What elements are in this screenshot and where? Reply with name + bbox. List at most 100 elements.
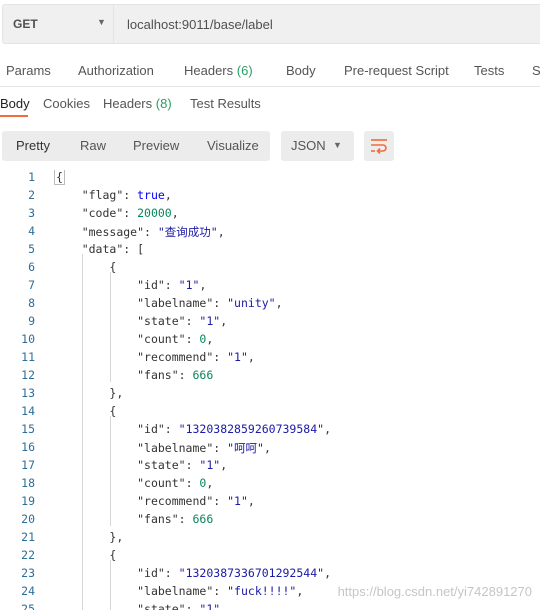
code-line: 9 "state": "1",	[0, 314, 540, 332]
code-token: ,	[324, 566, 331, 580]
code-token: "labelname"	[137, 441, 214, 455]
code-text: "fans": 666	[54, 512, 213, 526]
code-token: : [	[123, 242, 145, 256]
code-token: "count"	[137, 332, 186, 346]
request-tabs: Params Authorization Headers (6) Body Pr…	[0, 56, 540, 86]
code-text: "fans": 666	[54, 368, 213, 382]
format-pretty-button[interactable]: Pretty	[16, 138, 50, 153]
code-token: "1320387336701292544"	[178, 566, 325, 580]
line-number: 7	[28, 278, 35, 292]
code-line: 16 "labelname": "呵呵",	[0, 440, 540, 458]
response-tab-test-results[interactable]: Test Results	[190, 96, 261, 111]
tab-headers[interactable]: Headers (6)	[184, 63, 253, 78]
method-label: GET	[13, 17, 38, 31]
code-token: :	[178, 368, 193, 382]
line-number: 1	[28, 170, 35, 184]
format-preview-button[interactable]: Preview	[133, 138, 179, 153]
code-text: "recommend": "1",	[54, 494, 255, 508]
code-token: },	[109, 530, 124, 544]
line-number: 9	[28, 314, 35, 328]
url-input[interactable]: localhost:9011/base/label	[114, 4, 540, 44]
code-token: "1320382859260739584"	[178, 422, 325, 436]
line-number: 20	[21, 512, 35, 526]
tab-tests[interactable]: Tests	[474, 63, 504, 78]
code-token: "unity"	[227, 296, 276, 310]
code-text: "state": "1",	[54, 314, 227, 328]
format-visualize-button[interactable]: Visualize	[207, 138, 259, 153]
code-token: ,	[206, 476, 214, 490]
code-text: {	[54, 404, 116, 418]
code-line: 2 "flag": true,	[0, 188, 540, 206]
code-text: "data": [	[54, 242, 144, 256]
code-token: "fuck!!!!"	[227, 584, 297, 598]
active-tab-indicator	[0, 115, 28, 117]
chevron-down-icon: ▼	[97, 17, 106, 27]
tab-authorization-label: Authorization	[78, 63, 154, 78]
code-line: 22 {	[0, 548, 540, 566]
line-number: 11	[21, 350, 35, 364]
response-body-viewer[interactable]: 1{2 "flag": true, 3 "code": 20000, 4 "mess…	[0, 170, 540, 610]
wrap-lines-button[interactable]	[364, 131, 394, 161]
code-token: :	[164, 422, 179, 436]
code-text: {	[54, 548, 116, 562]
code-line: 10 "count": 0,	[0, 332, 540, 350]
code-text: "id": "1320382859260739584",	[54, 422, 331, 436]
tab-authorization[interactable]: Authorization	[78, 63, 154, 78]
tab-body-label: Body	[286, 63, 316, 78]
code-token: :	[185, 314, 200, 328]
tab-params[interactable]: Params	[6, 63, 51, 78]
response-toolbar: Pretty Raw Preview Visualize JSON ▼	[0, 131, 540, 161]
code-token: "1"	[178, 278, 200, 292]
line-number: 16	[21, 440, 35, 454]
code-token: :	[185, 602, 200, 610]
url-text: localhost:9011/base/label	[127, 17, 273, 32]
code-token: 20000	[137, 206, 172, 220]
response-tab-body[interactable]: Body	[0, 96, 30, 111]
code-token: :	[213, 584, 228, 598]
tab-body[interactable]: Body	[286, 63, 316, 78]
format-raw-button[interactable]: Raw	[80, 138, 106, 153]
code-token: ,	[296, 584, 304, 598]
code-token: 666	[192, 368, 214, 382]
code-token: ,	[220, 314, 228, 328]
code-text: "labelname": "unity",	[54, 296, 282, 310]
code-token: {	[109, 548, 117, 562]
code-line: 7 "id": "1",	[0, 278, 540, 296]
line-number: 6	[28, 260, 35, 274]
code-line: 3 "code": 20000,	[0, 206, 540, 224]
tab-pre-request-script-label: Pre-request Script	[344, 63, 449, 78]
response-tab-cookies[interactable]: Cookies	[43, 96, 90, 111]
code-token: ,	[164, 188, 172, 202]
line-number: 13	[21, 386, 35, 400]
code-token: "state"	[137, 314, 186, 328]
code-token: :	[178, 512, 193, 526]
response-tab-body-label: Body	[0, 96, 30, 111]
code-line: 18 "count": 0,	[0, 476, 540, 494]
code-text: },	[54, 386, 123, 400]
method-select[interactable]: GET ▼	[2, 4, 114, 44]
line-number: 8	[28, 296, 35, 310]
code-text: "recommend": "1",	[54, 350, 255, 364]
code-token: ,	[206, 332, 214, 346]
language-select[interactable]: JSON ▼	[281, 131, 354, 161]
line-number: 2	[28, 188, 35, 202]
tab-settings-truncated[interactable]: S	[532, 63, 540, 78]
code-token: 666	[192, 512, 214, 526]
tab-pre-request-script[interactable]: Pre-request Script	[344, 63, 449, 78]
code-text: },	[54, 530, 123, 544]
code-token: :	[213, 441, 228, 455]
line-number: 14	[21, 404, 35, 418]
line-number: 12	[21, 368, 35, 382]
code-text: "state": "1",	[54, 602, 227, 610]
code-line: 20 "fans": 666	[0, 512, 540, 530]
response-tab-headers[interactable]: Headers (8)	[103, 96, 172, 111]
